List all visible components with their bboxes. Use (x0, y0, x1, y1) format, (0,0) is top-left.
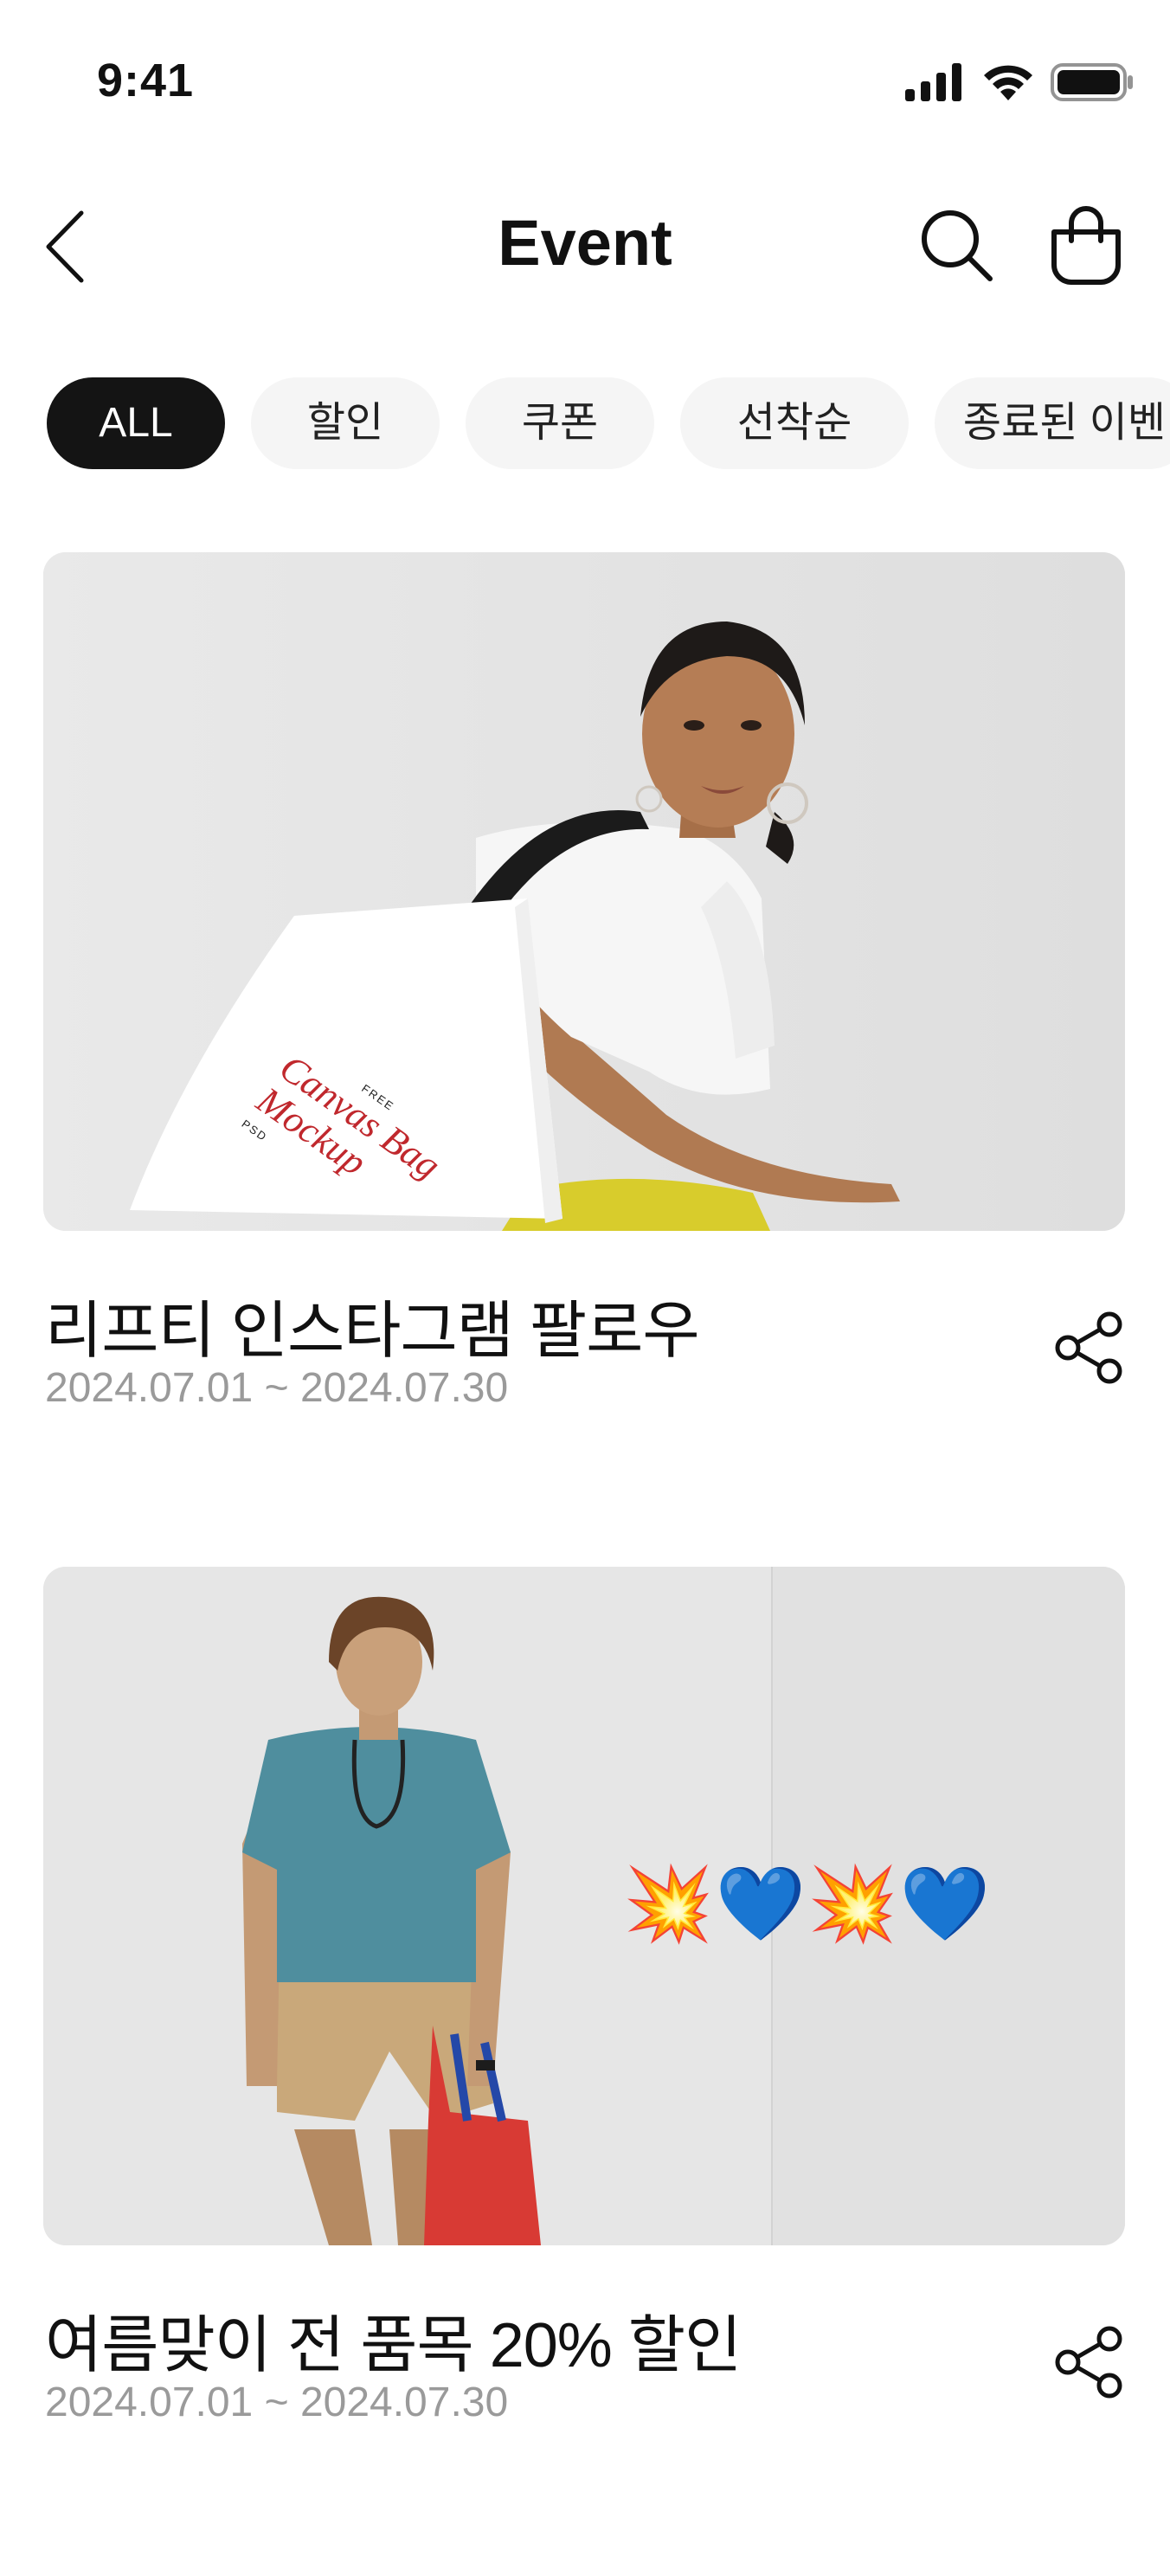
battery-icon (1051, 63, 1133, 101)
tote-bag-model-photo (43, 552, 1125, 1231)
event-title[interactable]: 리프티 인스타그램 팔로우 (45, 1279, 700, 1370)
event-date: 2024.07.01 ~ 2024.07.30 (45, 1365, 509, 1411)
filter-chip-coupon[interactable]: 쿠폰 (466, 377, 654, 469)
event-card[interactable]: FREE Canvas Bag Mockup PSD 리프티 인스타그램 팔로우… (43, 552, 1127, 1426)
event-banner-emoji: 💥💙💥💙 (623, 1863, 993, 1944)
cart-button[interactable] (1047, 204, 1125, 286)
signal-icon (905, 63, 961, 101)
event-card[interactable]: 💥💙💥💙 여름맞이 전 품목 20% 할인 2024.07.01 ~ 2024.… (43, 1567, 1127, 2441)
status-bar: 9:41 (0, 0, 1170, 164)
search-button[interactable] (917, 206, 995, 284)
navigation-bar: Event (0, 173, 1170, 320)
status-icons (905, 62, 1134, 102)
share-icon (1055, 1311, 1122, 1384)
shopping-bag-icon (1051, 206, 1121, 285)
filter-chip-first-come[interactable]: 선착순 (680, 377, 909, 469)
filter-chip-all[interactable]: ALL (47, 377, 225, 469)
event-title[interactable]: 여름맞이 전 품목 20% 할인 (45, 2294, 742, 2385)
share-icon (1055, 2326, 1122, 2399)
filter-chip-discount[interactable]: 할인 (251, 377, 440, 469)
event-banner-image[interactable]: FREE Canvas Bag Mockup PSD (43, 552, 1125, 1231)
wifi-icon (984, 65, 1032, 100)
status-time: 9:41 (97, 55, 195, 106)
event-date: 2024.07.01 ~ 2024.07.30 (45, 2380, 509, 2425)
share-button[interactable] (1052, 2325, 1127, 2399)
filter-chip-ended[interactable]: 종료된 이벤 (935, 377, 1170, 469)
search-icon (922, 210, 993, 281)
share-button[interactable] (1052, 1311, 1127, 1385)
filter-chips: ALL 할인 쿠폰 선착순 종료된 이벤 (47, 377, 1170, 473)
event-banner-image[interactable]: 💥💙💥💙 (43, 1567, 1125, 2245)
